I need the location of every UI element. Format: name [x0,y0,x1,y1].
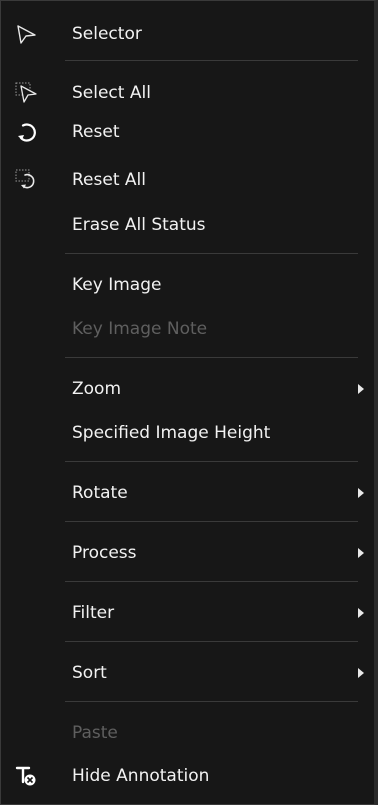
menu-item-process[interactable]: Process [1,538,373,568]
menu-item-filter[interactable]: Filter [1,598,373,628]
reset-all-icon [15,169,39,191]
menu-item-label: Specified Image Height [72,423,271,443]
submenu-arrow-icon [358,608,364,618]
submenu-arrow-icon [358,384,364,394]
context-menu: Selector Select All Reset Reset All Eras… [0,0,378,805]
menu-separator [65,461,358,462]
menu-item-selector[interactable]: Selector [1,19,373,49]
submenu-arrow-icon [358,548,364,558]
menu-item-label: Filter [72,603,115,623]
menu-separator [65,641,358,642]
menu-separator [65,253,358,254]
menu-separator [65,60,358,61]
menu-item-label: Sort [72,663,107,683]
menu-item-label: Key Image Note [72,319,208,339]
menu-item-label: Reset All [72,170,146,190]
menu-item-select-all[interactable]: Select All [1,78,373,108]
menu-item-reset[interactable]: Reset [1,117,373,147]
cursor-arrow-icon [15,23,39,45]
submenu-arrow-icon [358,488,364,498]
menu-item-label: Reset [72,122,120,142]
hide-annotation-icon [15,765,39,787]
menu-item-key-image[interactable]: Key Image [1,270,373,300]
menu-item-label: Selector [72,24,142,44]
menu-item-reset-all[interactable]: Reset All [1,165,373,195]
menu-item-paste: Paste [1,718,373,748]
menu-separator [65,521,358,522]
reset-icon [15,121,39,143]
menu-item-sort[interactable]: Sort [1,658,373,688]
menu-separator [65,581,358,582]
submenu-arrow-icon [358,668,364,678]
menu-item-hide-annotation[interactable]: Hide Annotation [1,761,373,791]
menu-item-zoom[interactable]: Zoom [1,374,373,404]
menu-item-label: Select All [72,83,151,103]
menu-item-label: Rotate [72,483,128,503]
menu-item-label: Paste [72,723,118,743]
select-all-icon [15,82,39,104]
menu-item-key-image-note: Key Image Note [1,314,373,344]
menu-item-rotate[interactable]: Rotate [1,478,373,508]
menu-item-label: Erase All Status [72,215,206,235]
menu-item-erase-all-status[interactable]: Erase All Status [1,210,373,240]
menu-separator [65,701,358,702]
menu-item-label: Zoom [72,379,122,399]
menu-separator [65,357,358,358]
menu-item-label: Hide Annotation [72,766,210,786]
menu-item-label: Process [72,543,137,563]
menu-item-label: Key Image [72,275,162,295]
menu-item-specified-image-height[interactable]: Specified Image Height [1,418,373,448]
